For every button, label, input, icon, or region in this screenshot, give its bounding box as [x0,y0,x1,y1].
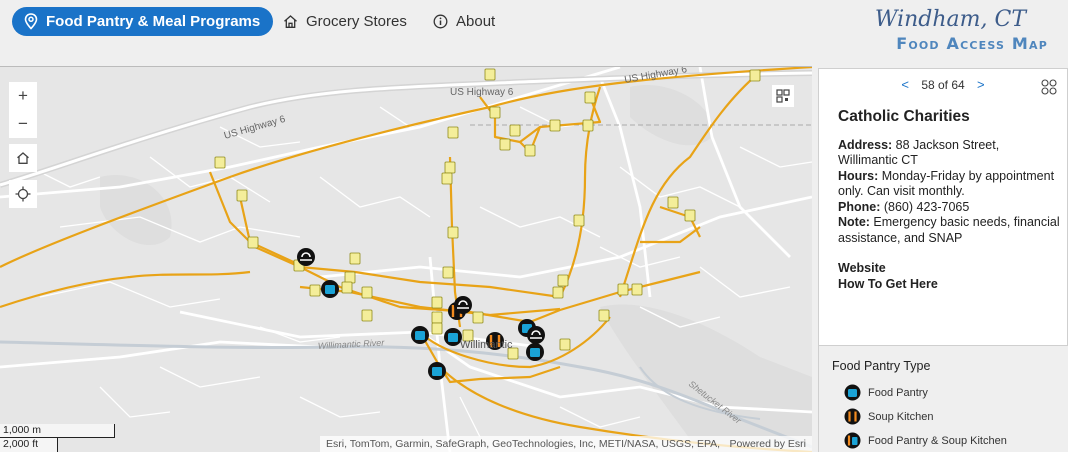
legend-label: Food Pantry & Soup Kitchen [868,434,1007,447]
map-pin-icon [24,13,38,30]
feature-info-panel: < 58 of 64 > Catholic Charities Address:… [818,68,1068,346]
locate-icon [15,186,31,202]
brand-town: Windham, CT [874,7,1026,32]
hours-label: Hours: [838,168,879,183]
legend-title: Food Pantry Type [832,359,931,373]
label-us6-a: US Highway 6 [450,87,514,98]
legend-item-soup-kitchen: Soup Kitchen [844,408,933,425]
legend-label: Soup Kitchen [868,410,934,423]
tab-about[interactable]: About [433,7,495,36]
note-label: Note: [838,215,870,229]
site-name: Catholic Charities [838,108,970,125]
tab-label: Food Pantry & Meal Programs [46,13,261,30]
legend-item-food-pantry: Food Pantry [844,384,928,401]
tab-food-pantry[interactable]: Food Pantry & Meal Programs [12,7,274,36]
address-row: Address: 88 Jackson Street, Willimantic … [838,138,1060,169]
map-view[interactable]: US Highway 6 US Highway 6 US Highway 6 W… [0,66,812,452]
home-icon [284,15,297,28]
grid-view-icon[interactable] [1041,79,1057,95]
locate-button[interactable] [9,180,37,208]
plus-icon: + [18,86,28,105]
soup-kitchen-icon [844,408,861,425]
label-us6-c: US Highway 6 [624,67,689,86]
powered-by-link[interactable]: Powered by Esri [730,438,806,450]
qr-code-icon [776,89,790,103]
map-legend: Food Pantry Type Food Pantry Soup Kitche… [818,346,1068,452]
feature-details: Catholic Charities Address: 88 Jackson S… [838,109,1060,292]
legend-label: Food Pantry [868,386,928,399]
note-row: Note: Emergency basic needs, financial a… [838,215,1060,246]
label-us6-b: US Highway 6 [223,114,287,142]
hours-row: Hours: Monday-Friday by appointment only… [838,169,1060,200]
home-button[interactable] [9,144,37,172]
header: Food Pantry & Meal Programs Grocery Stor… [0,0,1068,66]
legend-item-pantry-and-kitchen: Food Pantry & Soup Kitchen [844,432,1007,449]
info-icon [433,14,448,29]
pager-count: 58 of 64 [921,78,965,92]
tab-grocery-stores[interactable]: Grocery Stores [283,7,407,36]
note-value: Emergency basic needs, financial assista… [838,215,1060,245]
qr-code-button[interactable] [772,85,794,107]
directions-link[interactable]: How To Get Here [838,277,1060,293]
website-link[interactable]: Website [838,261,1060,277]
label-willimantic: Willimantic [460,339,513,351]
phone-row: Phone: (860) 423-7065 [838,200,1060,216]
basemap: US Highway 6 US Highway 6 US Highway 6 W… [0,67,812,452]
scale-imperial: 2,000 ft [0,438,58,452]
food-pantry-icon [844,384,861,401]
brand-logo: Windham, CT Food Access Map [858,6,1048,54]
feature-pager: < 58 of 64 > [819,77,1067,92]
feature-links: Website How To Get Here [838,261,1060,292]
map-attribution: Esri, TomTom, Garmin, SafeGraph, GeoTech… [320,436,812,452]
scale-bar: 1,000 m 2,000 ft [0,424,115,452]
app-root: Food Pantry & Meal Programs Grocery Stor… [0,0,1068,452]
phone-label: Phone: [838,199,881,214]
scale-metric: 1,000 m [0,424,115,438]
tab-label: About [456,13,496,30]
phone-value: (860) 423-7065 [880,199,970,214]
attribution-text: Esri, TomTom, Garmin, SafeGraph, GeoTech… [326,438,720,450]
minus-icon: − [18,114,28,133]
tab-label: Grocery Stores [306,13,407,30]
label-willimantic-river: Willimantic River [318,337,386,351]
zoom-in-button[interactable]: + [9,82,37,110]
home-icon [17,152,29,164]
brand-subtitle: Food Access Map [896,34,1048,53]
pantry-and-kitchen-icon [844,432,861,449]
zoom-out-button[interactable]: − [9,110,37,138]
address-label: Address: [838,137,893,152]
next-feature-button[interactable]: > [977,77,985,92]
previous-feature-button[interactable]: < [901,77,909,92]
